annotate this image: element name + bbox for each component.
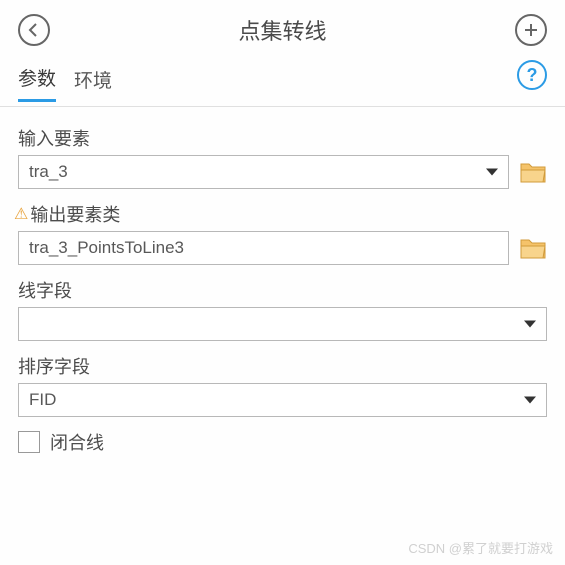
input-features-dropdown[interactable]: tra_3: [18, 155, 509, 189]
folder-icon[interactable]: [519, 160, 547, 184]
output-fc-label: 输出要素类: [30, 201, 120, 227]
back-button[interactable]: [18, 14, 50, 46]
line-field-label: 线字段: [18, 277, 547, 303]
input-features-value: tra_3: [29, 162, 68, 182]
input-features-label: 输入要素: [18, 125, 547, 151]
tab-params[interactable]: 参数: [18, 64, 56, 102]
chevron-down-icon: [524, 321, 536, 328]
chevron-down-icon: [486, 169, 498, 176]
chevron-down-icon: [524, 397, 536, 404]
page-title: 点集转线: [238, 14, 326, 46]
output-fc-input[interactable]: [18, 231, 509, 265]
line-field-dropdown[interactable]: [18, 307, 547, 341]
sort-field-dropdown[interactable]: FID: [18, 383, 547, 417]
close-line-checkbox[interactable]: [18, 431, 40, 453]
tab-env[interactable]: 环境: [74, 66, 112, 101]
divider: [0, 106, 565, 107]
close-line-label: 闭合线: [50, 429, 104, 455]
folder-icon[interactable]: [519, 236, 547, 260]
warning-icon: ⚠: [14, 204, 28, 224]
help-button[interactable]: ?: [517, 60, 547, 90]
sort-field-label: 排序字段: [18, 353, 547, 379]
sort-field-value: FID: [29, 390, 56, 410]
watermark: CSDN @累了就要打游戏: [408, 538, 553, 557]
add-button[interactable]: [515, 14, 547, 46]
